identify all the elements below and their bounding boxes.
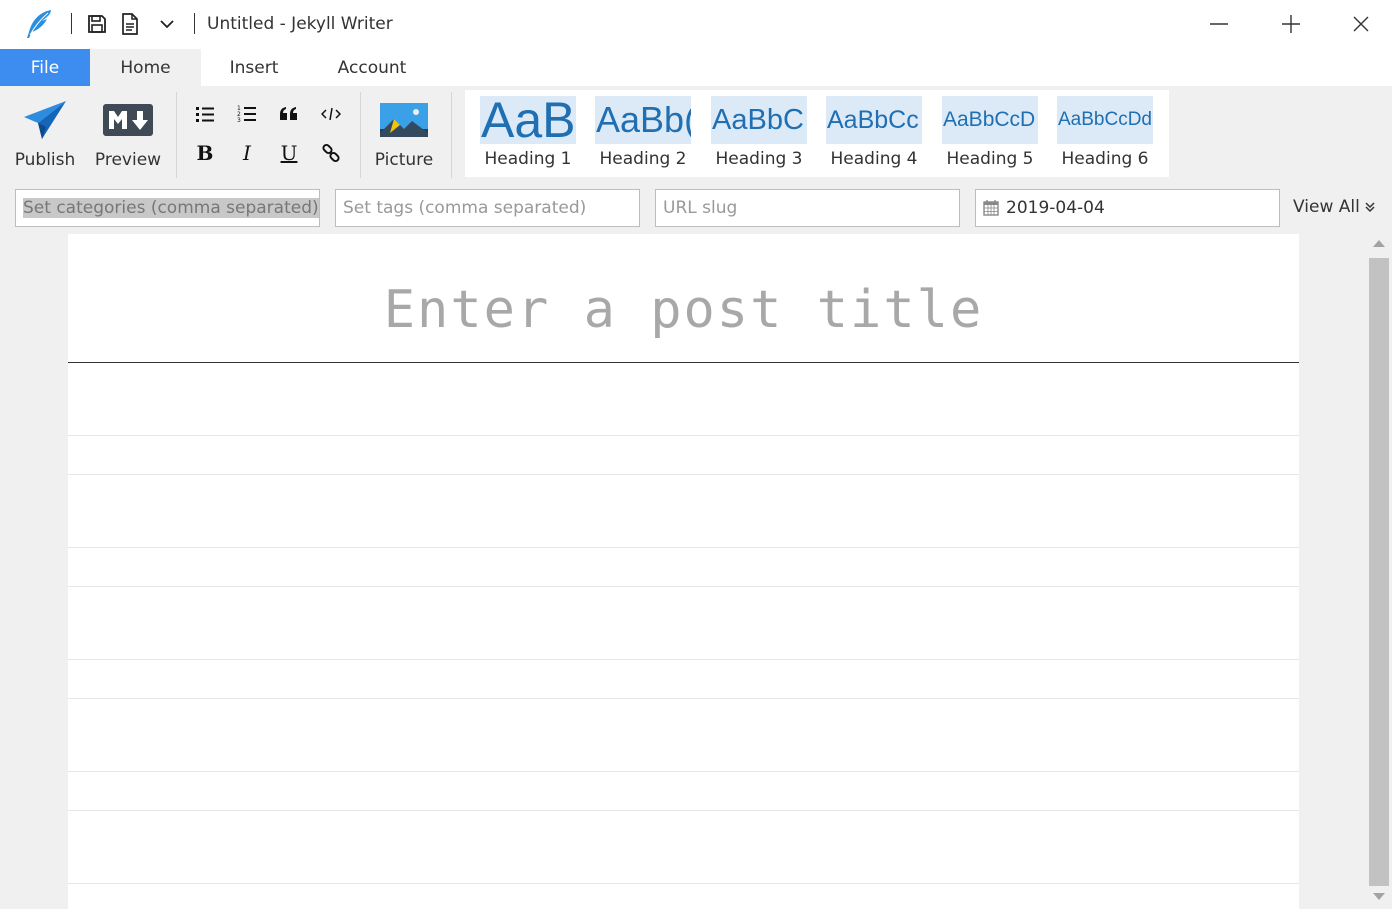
calendar-icon (983, 200, 999, 216)
new-document-icon (122, 13, 138, 35)
publish-label: Publish (14, 150, 76, 170)
link-icon (322, 143, 340, 163)
double-chevron-down-icon (1365, 202, 1375, 213)
ribbon-separator (451, 92, 452, 178)
style-label: Heading 4 (830, 149, 918, 169)
title-separator (194, 13, 195, 34)
style-preview: AaBbC (711, 96, 807, 144)
post-metadata-bar: Set categories (comma separated) Set tag… (0, 183, 1392, 234)
style-preview: AaB (480, 96, 576, 144)
scroll-up-arrow-icon[interactable] (1373, 240, 1385, 247)
style-heading-2[interactable]: AaBb( Heading 2 (595, 96, 691, 170)
categories-placeholder: Set categories (comma separated) (23, 198, 319, 218)
style-label: Heading 5 (946, 149, 1034, 169)
style-label: Heading 2 (599, 149, 687, 169)
style-label: Heading 6 (1061, 149, 1149, 169)
preview-button[interactable]: Preview (90, 86, 166, 178)
ribbon: Publish Preview 1 2 3 B I U Picture AaB … (0, 86, 1392, 183)
picture-icon (380, 103, 428, 137)
bullet-list-button[interactable] (190, 99, 220, 129)
svg-text:3: 3 (237, 117, 241, 124)
new-document-button[interactable] (118, 12, 142, 36)
style-heading-3[interactable]: AaBbC Heading 3 (711, 96, 807, 170)
bold-button[interactable]: B (190, 138, 220, 168)
categories-input[interactable]: Set categories (comma separated) (15, 189, 320, 227)
publish-button[interactable]: Publish (10, 86, 80, 178)
preview-label: Preview (94, 150, 162, 170)
italic-button[interactable]: I (232, 138, 262, 168)
quote-button[interactable] (274, 99, 304, 129)
style-heading-6[interactable]: AaBbCcDd Heading 6 (1057, 96, 1153, 170)
tab-file[interactable]: File (0, 49, 90, 86)
tab-insert[interactable]: Insert (201, 49, 307, 86)
tags-placeholder: Set tags (comma separated) (343, 198, 587, 218)
scroll-down-arrow-icon[interactable] (1373, 893, 1385, 900)
editor-area: Enter a post title (0, 234, 1392, 909)
scrollbar-thumb[interactable] (1369, 258, 1389, 886)
style-preview: AaBbCcD (942, 96, 1038, 144)
url-slug-placeholder: URL slug (663, 198, 738, 218)
picture-button[interactable]: Picture (368, 86, 440, 178)
numbered-list-icon: 1 2 3 (237, 105, 256, 124)
tab-home[interactable]: Home (90, 49, 201, 86)
style-preview: AaBbCc (826, 96, 922, 144)
quick-access-menu-button[interactable] (155, 12, 179, 36)
post-body-editor[interactable] (68, 363, 1299, 909)
markdown-icon (103, 104, 153, 136)
style-heading-4[interactable]: AaBbCc Heading 4 (826, 96, 922, 170)
post-title-input[interactable]: Enter a post title (68, 280, 1299, 340)
code-icon (321, 107, 341, 121)
style-label: Heading 3 (715, 149, 803, 169)
picture-label: Picture (374, 150, 434, 170)
numbered-list-button[interactable]: 1 2 3 (232, 99, 262, 129)
paper-plane-icon (24, 101, 66, 139)
underline-button[interactable]: U (274, 138, 304, 168)
heading-styles-gallery: AaB Heading 1 AaBb( Heading 2 AaBbC Head… (465, 90, 1169, 177)
minimize-icon (1210, 23, 1228, 25)
maximize-icon (1282, 15, 1300, 33)
bullet-list-icon (196, 107, 214, 122)
date-picker[interactable]: 2019-04-04 (975, 189, 1280, 227)
ribbon-separator (176, 92, 177, 178)
view-all-button[interactable]: View All (1293, 197, 1376, 217)
tab-account[interactable]: Account (307, 49, 437, 86)
window-title: Untitled - Jekyll Writer (207, 14, 393, 34)
ribbon-separator (360, 92, 361, 178)
chevron-down-icon (160, 20, 174, 29)
style-heading-5[interactable]: AaBbCcD Heading 5 (942, 96, 1038, 170)
vertical-scrollbar[interactable] (1368, 234, 1390, 909)
title-bar: Untitled - Jekyll Writer (0, 0, 1392, 49)
style-label: Heading 1 (484, 149, 572, 169)
close-icon (1353, 16, 1369, 32)
feather-icon (24, 8, 54, 40)
minimize-button[interactable] (1199, 8, 1239, 40)
style-heading-1[interactable]: AaB Heading 1 (480, 96, 576, 170)
url-slug-input[interactable]: URL slug (655, 189, 960, 227)
editor-page: Enter a post title (68, 234, 1299, 909)
style-preview: AaBbCcDd (1057, 96, 1153, 144)
title-separator (71, 13, 72, 34)
view-all-label: View All (1293, 197, 1360, 217)
maximize-button[interactable] (1271, 8, 1311, 40)
ribbon-tabs: File Home Insert Account (0, 49, 1392, 86)
link-button[interactable] (316, 138, 346, 168)
quote-icon (280, 107, 297, 120)
save-icon (88, 15, 106, 33)
style-preview: AaBb( (595, 96, 691, 144)
save-button[interactable] (85, 12, 109, 36)
code-button[interactable] (316, 99, 346, 129)
date-value: 2019-04-04 (1006, 198, 1105, 218)
close-button[interactable] (1341, 8, 1381, 40)
tags-input[interactable]: Set tags (comma separated) (335, 189, 640, 227)
